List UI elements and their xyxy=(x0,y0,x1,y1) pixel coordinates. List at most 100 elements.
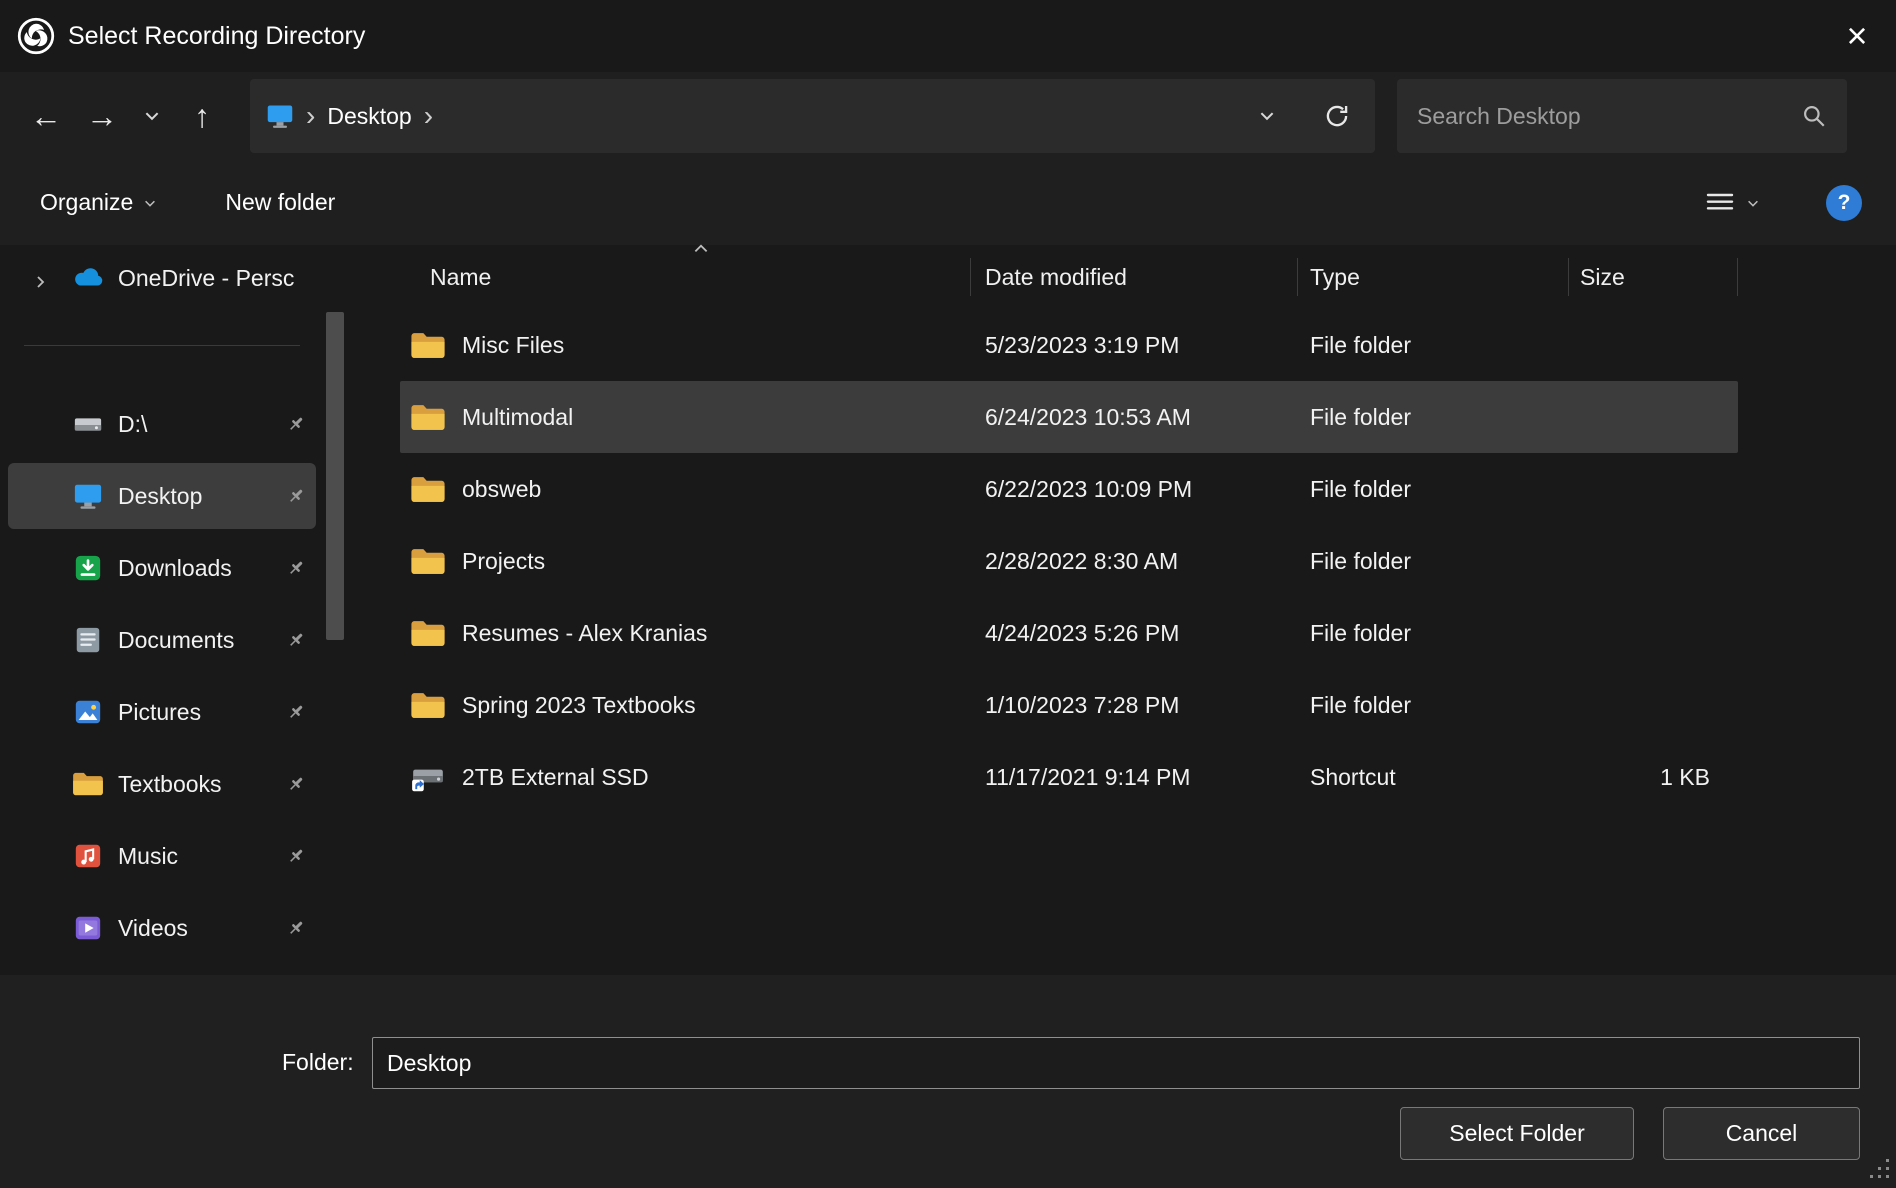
up-button[interactable]: ↑ xyxy=(174,86,230,146)
sidebar-item-textbooks[interactable]: Textbooks xyxy=(8,751,316,817)
file-name: Projects xyxy=(462,548,545,575)
file-date: 1/10/2023 7:28 PM xyxy=(970,692,1297,719)
music-icon xyxy=(72,840,104,872)
column-headers: Name Date modified Type Size xyxy=(400,245,1738,309)
file-date: 2/28/2022 8:30 AM xyxy=(970,548,1297,575)
file-size: 1 KB xyxy=(1568,764,1738,791)
sidebar-item-desktop[interactable]: Desktop xyxy=(8,463,316,529)
select-folder-button[interactable]: Select Folder xyxy=(1400,1107,1634,1160)
file-row[interactable]: Spring 2023 Textbooks 1/10/2023 7:28 PM … xyxy=(400,669,1738,741)
sidebar-item-d-drive[interactable]: D:\ xyxy=(8,391,316,457)
obs-logo-icon xyxy=(16,16,56,56)
file-name: Misc Files xyxy=(462,332,564,359)
sidebar-scrollbar[interactable] xyxy=(326,312,344,640)
file-name-cell: Multimodal xyxy=(400,402,970,432)
refresh-icon xyxy=(1323,102,1351,130)
pin-icon xyxy=(286,486,306,506)
sidebar-item-onedrive[interactable]: OneDrive - Persc xyxy=(8,245,316,311)
search-box[interactable] xyxy=(1397,79,1847,153)
file-row[interactable]: Projects 2/28/2022 8:30 AM File folder xyxy=(400,525,1738,597)
sidebar-item-music[interactable]: Music xyxy=(8,823,316,889)
chevron-right-icon[interactable] xyxy=(32,269,48,296)
file-name-cell: obsweb xyxy=(400,474,970,504)
recent-locations-button[interactable] xyxy=(130,86,174,146)
pin-icon xyxy=(286,702,306,722)
file-type: File folder xyxy=(1297,476,1568,503)
column-header-size[interactable]: Size xyxy=(1568,245,1738,309)
refresh-button[interactable] xyxy=(1315,88,1359,144)
file-type: Shortcut xyxy=(1297,764,1568,791)
new-folder-button[interactable]: New folder xyxy=(225,189,335,216)
folder-icon xyxy=(72,768,104,800)
file-type: File folder xyxy=(1297,332,1568,359)
sidebar-item-label: Textbooks xyxy=(118,771,286,798)
folder-icon xyxy=(410,474,446,504)
file-name: 2TB External SSD xyxy=(462,764,649,791)
address-bar[interactable]: › Desktop › xyxy=(250,79,1375,153)
chevron-down-icon xyxy=(1746,196,1760,210)
column-header-name[interactable]: Name xyxy=(400,245,970,309)
title-bar: Select Recording Directory × xyxy=(0,0,1896,72)
sidebar-item-videos[interactable]: Videos xyxy=(8,895,316,961)
file-row[interactable]: 2TB External SSD 11/17/2021 9:14 PM Shor… xyxy=(400,741,1738,813)
navigation-bar: ← → ↑ › Desktop › xyxy=(0,72,1896,160)
organize-button[interactable]: Organize xyxy=(40,189,157,216)
close-button[interactable]: × xyxy=(1818,0,1896,72)
search-input[interactable] xyxy=(1417,103,1801,130)
dialog-footer: Folder: Select Folder Cancel xyxy=(0,975,1896,1188)
sidebar-item-pictures[interactable]: Pictures xyxy=(8,679,316,745)
resize-grip[interactable] xyxy=(1870,1159,1890,1184)
file-name-cell: 2TB External SSD xyxy=(400,762,970,792)
sidebar-item-downloads[interactable]: Downloads xyxy=(8,535,316,601)
sidebar-item-label: Music xyxy=(118,843,286,870)
folder-icon xyxy=(410,546,446,576)
organize-label: Organize xyxy=(40,189,133,216)
command-bar: Organize New folder ? xyxy=(0,160,1896,245)
navigation-pane: OneDrive - Persc D:\ xyxy=(0,245,360,975)
column-header-date-modified[interactable]: Date modified xyxy=(970,245,1297,309)
pin-icon xyxy=(286,774,306,794)
pin-icon xyxy=(286,918,306,938)
cancel-button[interactable]: Cancel xyxy=(1663,1107,1860,1160)
sidebar-item-label: Videos xyxy=(118,915,286,942)
file-date: 6/24/2023 10:53 AM xyxy=(970,404,1297,431)
file-name: Spring 2023 Textbooks xyxy=(462,692,696,719)
file-type: File folder xyxy=(1297,692,1568,719)
drive-icon xyxy=(72,408,104,440)
videos-icon xyxy=(72,912,104,944)
pictures-icon xyxy=(72,696,104,728)
file-name-cell: Projects xyxy=(400,546,970,576)
file-row[interactable]: Resumes - Alex Kranias 4/24/2023 5:26 PM… xyxy=(400,597,1738,669)
folder-icon xyxy=(410,618,446,648)
folder-field-label: Folder: xyxy=(282,1049,354,1076)
sidebar-item-label: Desktop xyxy=(118,483,286,510)
file-row[interactable]: Misc Files 5/23/2023 3:19 PM File folder xyxy=(400,309,1738,381)
help-button[interactable]: ? xyxy=(1826,185,1862,221)
file-name-cell: Spring 2023 Textbooks xyxy=(400,690,970,720)
new-folder-label: New folder xyxy=(225,189,335,216)
file-name: Resumes - Alex Kranias xyxy=(462,620,707,647)
breadcrumb-separator: › xyxy=(306,100,315,132)
file-list-pane: Name Date modified Type Size Misc Files … xyxy=(360,245,1896,975)
file-name-cell: Resumes - Alex Kranias xyxy=(400,618,970,648)
file-type: File folder xyxy=(1297,404,1568,431)
breadcrumb-separator: › xyxy=(424,100,433,132)
file-row[interactable]: obsweb 6/22/2023 10:09 PM File folder xyxy=(400,453,1738,525)
back-button[interactable]: ← xyxy=(18,86,74,146)
change-view-button[interactable] xyxy=(1704,189,1760,217)
documents-icon xyxy=(72,624,104,656)
folder-name-input[interactable] xyxy=(372,1037,1860,1089)
downloads-icon xyxy=(72,552,104,584)
sidebar-item-label: Downloads xyxy=(118,555,286,582)
breadcrumb-segment-desktop[interactable]: Desktop xyxy=(327,103,411,130)
sidebar-item-documents[interactable]: Documents xyxy=(8,607,316,673)
column-header-type[interactable]: Type xyxy=(1297,245,1568,309)
window-title: Select Recording Directory xyxy=(68,22,365,51)
forward-button[interactable]: → xyxy=(74,86,130,146)
file-row-highlighted[interactable]: Multimodal 6/24/2023 10:53 AM File folde… xyxy=(400,381,1738,453)
folder-icon xyxy=(410,402,446,432)
pin-icon xyxy=(286,630,306,650)
address-dropdown-button[interactable] xyxy=(1245,88,1289,144)
file-name: Multimodal xyxy=(462,404,573,431)
chevron-down-icon xyxy=(143,196,157,210)
